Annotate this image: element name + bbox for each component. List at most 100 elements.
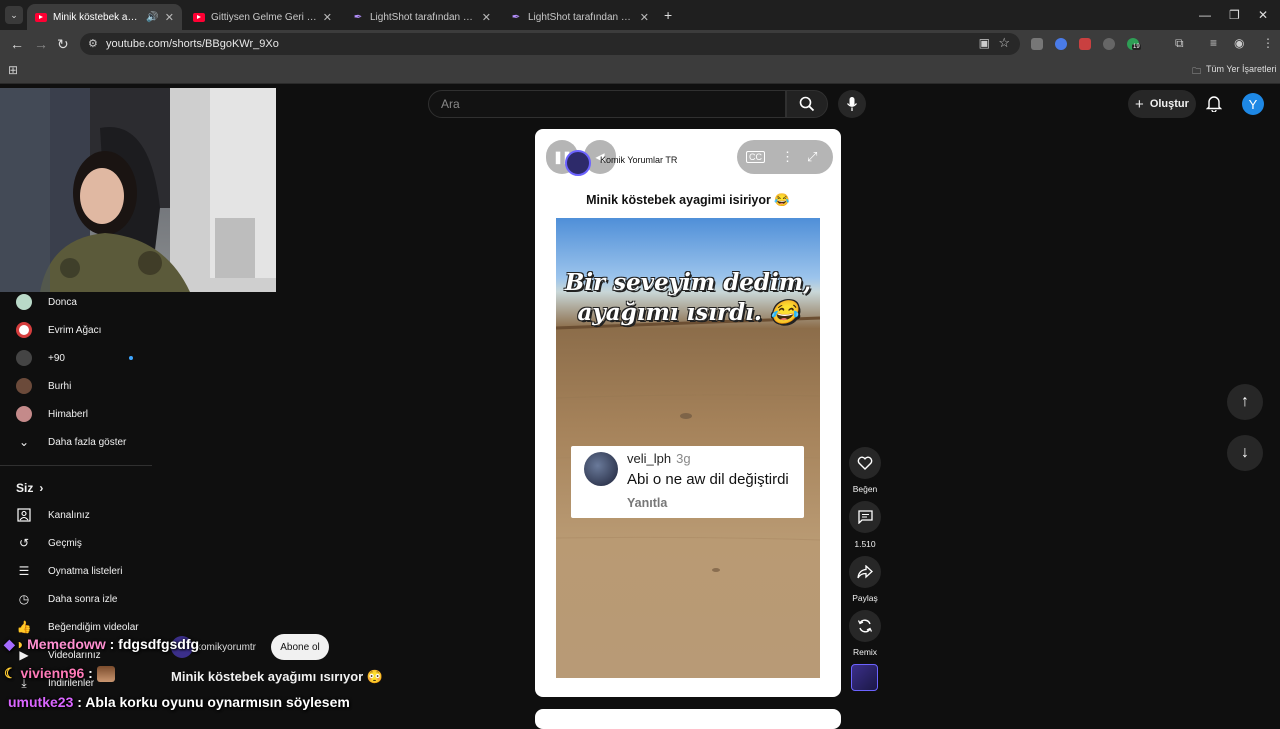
next-short-preview[interactable]	[535, 709, 841, 729]
browser-menu-icon[interactable]: ⋮	[1262, 36, 1274, 50]
close-tab-icon[interactable]: ✕	[165, 11, 174, 24]
youtube-icon	[35, 11, 47, 23]
share-label: Paylaş	[852, 593, 878, 603]
sidebar-item-label: Donca	[48, 296, 77, 308]
sidebar-item-evrim-agaci[interactable]: Evrim Ağacı	[0, 316, 170, 344]
close-tab-icon[interactable]: ✕	[323, 11, 332, 24]
bookmark-star-icon[interactable]: ☆	[998, 35, 1010, 51]
tab-lightshot-1[interactable]: ✒ LightShot tarafından Ekran Görü ✕	[344, 4, 499, 30]
sidebar-item-label: +90	[48, 352, 65, 364]
new-tab-button[interactable]: +	[664, 7, 672, 23]
close-tab-icon[interactable]: ✕	[640, 11, 649, 24]
chat-message: umutke23 : Abla korku oyunu oynarmısın s…	[8, 694, 350, 710]
sidebar-item-burhi[interactable]: Burhi	[0, 372, 170, 400]
tab-title: Minik köstebek ayağımı ısırıy	[53, 11, 142, 23]
sidebar-item-playlists[interactable]: ☰ Oynatma listeleri	[0, 557, 170, 585]
notifications-bell-icon[interactable]	[1205, 94, 1223, 117]
account-avatar[interactable]: Y	[1242, 93, 1264, 115]
like-button[interactable]	[849, 447, 881, 479]
emote-icon: ◆	[4, 636, 15, 652]
channel-avatar	[16, 406, 32, 422]
remix-button[interactable]	[849, 610, 881, 642]
chat-text: Abla korku oyunu oynarmısın söylesem	[85, 694, 350, 710]
show-more-button[interactable]: ⌄ Daha fazla göster	[0, 428, 170, 456]
heart-icon	[857, 456, 873, 470]
comment-time: 3g	[676, 451, 691, 466]
site-info-icon[interactable]: ⚙	[88, 37, 98, 50]
webcam-overlay	[0, 88, 276, 292]
channel-avatar	[16, 322, 32, 338]
you-section-heading[interactable]: Siz ›	[16, 481, 43, 495]
share-button[interactable]	[849, 556, 881, 588]
create-button[interactable]: + Oluştur	[1128, 90, 1196, 118]
like-label: Beğen	[852, 484, 878, 494]
sidebar-item-himaberl[interactable]: Himaberl	[0, 400, 170, 428]
captions-icon[interactable]: CC	[746, 151, 765, 163]
search-placeholder: Ara	[441, 97, 460, 111]
sidebar-item-watch-later[interactable]: ◷ Daha sonra izle	[0, 585, 170, 613]
remix-label: Remix	[852, 647, 878, 657]
restore-icon[interactable]: ❐	[1229, 8, 1240, 22]
fullscreen-icon[interactable]: ⤢	[807, 149, 817, 165]
comments-count: 1.510	[854, 539, 876, 549]
tab-lightshot-2[interactable]: ✒ LightShot tarafından Ekran Görü ✕	[502, 4, 657, 30]
back-icon[interactable]: ←	[10, 36, 24, 52]
short-title: Minik köstebek ayagimi isiriyor 😂	[586, 193, 790, 207]
sidebar-item-your-channel[interactable]: Kanalınız	[0, 501, 170, 529]
sound-channel-thumbnail[interactable]	[851, 664, 878, 691]
speaker-icon[interactable]: 🔊	[146, 12, 158, 23]
short-channel-avatar[interactable]	[565, 150, 591, 176]
extension-icon[interactable]	[1055, 38, 1067, 50]
avatar-letter: Y	[1248, 96, 1258, 112]
profile-icon[interactable]: ◉	[1234, 36, 1244, 50]
overlay-channel-name: komikyorumtr	[196, 642, 257, 653]
tab-title: Gittiysen Gelme Geri Kedi Versi	[211, 11, 317, 23]
media-control-icon[interactable]: ≡	[1210, 36, 1217, 50]
tab-youtube-active[interactable]: Minik köstebek ayağımı ısırıy 🔊 ✕	[27, 4, 182, 30]
voice-search-button[interactable]	[838, 90, 866, 118]
sidebar-item-donca[interactable]: Donca	[0, 288, 170, 316]
channel-avatar	[16, 350, 32, 366]
plus-icon: +	[1135, 95, 1144, 113]
all-bookmarks-button[interactable]: 🗀 Tüm Yer İşaretleri	[1192, 64, 1277, 80]
extension-icon[interactable]	[1103, 38, 1115, 50]
arrow-down-icon: ↓	[1241, 444, 1249, 461]
minimize-icon[interactable]: —	[1199, 8, 1211, 22]
apps-grid-icon[interactable]: ⊞	[8, 63, 18, 77]
moon-icon: ☾	[4, 665, 17, 681]
more-options-icon[interactable]: ⋮	[781, 149, 794, 165]
close-window-icon[interactable]: ✕	[1258, 8, 1268, 22]
video-caption: Bir seveyim dedim, ayağımı ısırdı. 😂	[564, 269, 812, 326]
subscribe-button[interactable]: Abone ol	[271, 634, 329, 660]
cast-icon[interactable]: ▣	[979, 36, 990, 50]
address-bar[interactable]: ⚙ youtube.com/shorts/BBgoKWr_9Xo ▣ ☆	[80, 33, 1020, 55]
sidebar-item-label: Himaberl	[48, 408, 89, 420]
tab-search-button[interactable]: ⌄	[5, 6, 23, 24]
search-icon	[799, 96, 815, 112]
tab-title: LightShot tarafından Ekran Görü	[370, 11, 476, 23]
extension-icon[interactable]: 19	[1127, 38, 1141, 50]
extension-icon[interactable]	[1079, 38, 1091, 50]
sidebar-item-label: Geçmiş	[48, 537, 82, 549]
next-short-button[interactable]: ↓	[1227, 435, 1263, 471]
reload-icon[interactable]: ↻	[57, 36, 69, 53]
chat-message: ☾ vivienn96 :	[4, 665, 115, 683]
overlay-short-title: Minik köstebek ayağımı ısırıyor 😳	[171, 669, 383, 684]
search-button[interactable]	[786, 90, 828, 118]
sidebar-item-plus90[interactable]: +90	[0, 344, 170, 372]
show-more-label: Daha fazla göster	[48, 436, 127, 448]
extension-icon[interactable]	[1031, 38, 1043, 50]
chat-message: ◆◑ Memedoww : fdgsdfgsdfg	[4, 636, 200, 652]
search-input[interactable]: Ara	[428, 90, 786, 118]
forward-icon[interactable]: →	[34, 36, 48, 52]
url-text: youtube.com/shorts/BBgoKWr_9Xo	[106, 38, 279, 50]
extensions-puzzle-icon[interactable]: ⧉	[1175, 36, 1184, 51]
short-channel-name[interactable]: Komik Yorumlar TR	[600, 155, 677, 165]
previous-short-button[interactable]: ↑	[1227, 384, 1263, 420]
sidebar-item-label: Daha sonra izle	[48, 593, 118, 605]
close-tab-icon[interactable]: ✕	[482, 11, 491, 24]
sidebar-item-history[interactable]: ↺ Geçmiş	[0, 529, 170, 557]
tab-youtube-2[interactable]: Gittiysen Gelme Geri Kedi Versi ✕	[185, 4, 340, 30]
comments-button[interactable]	[849, 501, 881, 533]
comment-text: Abi o ne aw dil değiştirdi	[627, 471, 789, 488]
